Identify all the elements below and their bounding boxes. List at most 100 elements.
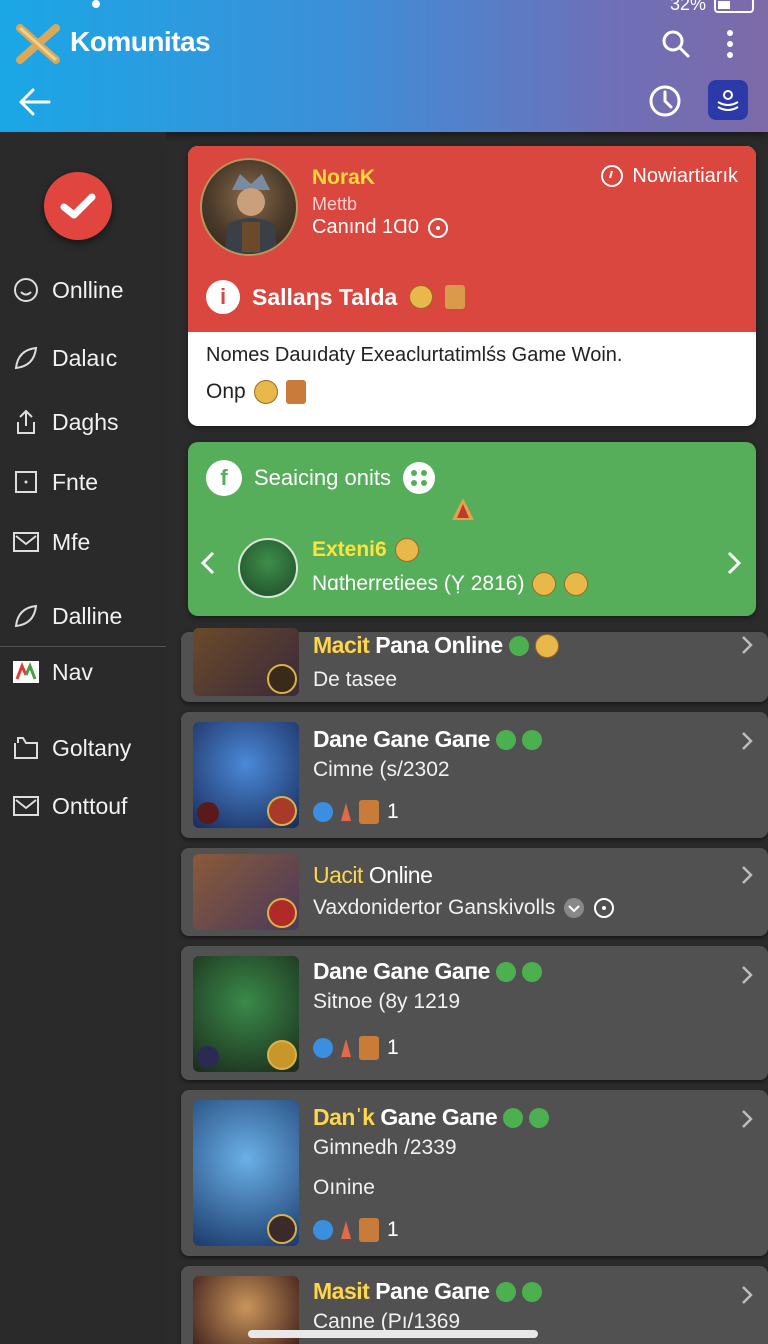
emoji-icon [564,572,589,596]
bolt-icon [313,1220,333,1240]
featured-banner: i Sallaηs Talda [206,280,466,314]
sidebar-item-online[interactable]: Onlline [0,268,166,312]
app-logo-icon [16,24,60,64]
info-icon [427,217,448,238]
sidebar-item-onttouf[interactable]: Onttouf [0,784,166,828]
list-item[interactable]: Danˈk Gane Gaпe Gimnedh /2339 Oınine 1 [181,1090,768,1256]
sidebar-item-goltany[interactable]: Goltany [0,726,166,770]
gift-icon [445,285,466,309]
emoji-icon [534,633,559,658]
row-subtitle-text: Vaxdonidertor Ganskivolls [313,896,556,919]
arrow-up-icon [341,803,351,821]
home-indicator[interactable] [248,1330,538,1338]
list-item[interactable]: Dane Gane Gaпe Sitnoe (8y 1219 1 [181,946,768,1080]
page-title: Komunitas [70,26,211,57]
chevron-down-icon [564,898,585,918]
avatar [238,538,298,598]
compose-button[interactable] [44,172,112,240]
sidebar-item-label: Onttouf [52,792,128,819]
badge-icon[interactable] [708,80,748,120]
featured-extra: Onp [206,380,306,404]
game-thumbnail [193,1100,299,1246]
box-icon [359,800,379,824]
f-icon: f [206,460,242,496]
smiley-icon [12,276,40,304]
rank-badge-icon [267,1214,297,1244]
emoji-icon [532,572,557,596]
clock-icon [601,165,624,187]
sidebar-item-label: Daghs [52,408,119,435]
sidebar-item-mfe[interactable]: Mfe [0,520,166,564]
sidebar-item-label: Nav [52,658,93,685]
bolt-icon [313,1038,333,1058]
row-title-text: Dane Gane Gaпe [313,726,490,752]
row-meta: 1 [313,800,399,824]
status-bar: 32% [0,0,768,14]
more-vert-icon[interactable] [712,24,748,64]
green-card-name-text: Exteni6 [312,538,387,561]
row-title: Dane Gane Gaпe [313,958,542,985]
green-card[interactable]: f Seaicing onits Exteni6 Nɑtherretiees (… [188,442,756,616]
back-arrow-icon[interactable] [12,80,56,124]
info-icon [594,898,615,918]
row-title-text: Gane Gaпe [380,1104,498,1130]
status-dot-icon [495,1281,516,1302]
sidebar-item-dalline[interactable]: Dalline [0,594,166,638]
sidebar-item-label: Mfe [52,528,91,555]
status-dot-icon [495,961,516,982]
sidebar-item-label: Onlline [52,276,124,303]
share-icon [12,408,40,436]
row-meta: 1 [313,1218,399,1242]
check-icon [60,193,96,219]
emoji-icon [409,285,434,309]
game-thumbnail [193,956,299,1072]
chevron-right-icon[interactable] [740,634,754,661]
row-title: Uacit Online [313,862,433,889]
folder-icon [12,734,40,762]
featured-status: Nowiartiarık [600,164,738,188]
list-item[interactable]: Macit Pana Online De tasee [181,628,768,702]
chevron-right-icon[interactable] [740,1284,754,1311]
prev-arrow-icon[interactable] [200,550,216,581]
notification-dot [92,0,100,8]
chevron-right-icon[interactable] [740,1108,754,1135]
bolt-icon [313,802,333,822]
sidebar-item-label: Goltany [52,734,132,761]
sidebar-item-fnte[interactable]: Fnte [0,460,166,504]
sidebar-item-nav[interactable]: Nav [0,650,166,694]
box-icon [359,1218,379,1242]
rank-badge-icon [267,1040,297,1070]
game-thumbnail [193,722,299,828]
sidebar-item-daghs[interactable]: Daghs [0,400,166,444]
featured-subtitle: Mettb [312,194,358,214]
status-icons: 32% [670,0,754,15]
featured-description: Nomes Dauıdaty Exeaclurtatimlśs Game Woi… [206,344,623,366]
chevron-right-icon[interactable] [740,730,754,757]
green-card-name: Exteni6 [312,538,419,562]
row-subtitle: De tasee [313,668,398,691]
row-meta: 1 [313,1036,399,1060]
status-dot-icon [529,1107,550,1128]
game-thumbnail [193,854,299,930]
sidebar-divider [0,646,166,647]
featured-banner-text: Sallaηs Talda [252,283,398,310]
row-meta-count: 1 [387,1036,399,1059]
next-arrow-icon[interactable] [726,550,742,581]
chevron-right-icon[interactable] [740,864,754,891]
search-icon[interactable] [656,24,696,64]
list-item[interactable]: Uacit Online Vaxdonidertor Ganskivolls [181,848,768,936]
list-item[interactable]: Dane Gane Gaпe Cimne (s/2302 1 [181,712,768,838]
row-title: Masit Pane Gaпe [313,1278,542,1305]
clock-icon[interactable] [642,78,688,124]
arrow-up-icon [341,1039,351,1057]
row-meta-count: 1 [387,800,399,823]
leaf-icon [12,602,40,630]
chevron-right-icon[interactable] [740,964,754,991]
sidebar-item-dalaic[interactable]: Dalaıc [0,336,166,380]
row-status: Oınine [313,1176,375,1199]
row-title-text: Dane Gane Gaпe [313,958,490,984]
featured-status-text: Nowiartiarık [632,164,738,187]
featured-card[interactable]: NoraK Mettb Canınd 1Ɑ0 Nowiartiarık i Sa… [188,146,756,426]
status-dot-icon [508,635,529,656]
battery-percent: 32% [669,0,706,14]
